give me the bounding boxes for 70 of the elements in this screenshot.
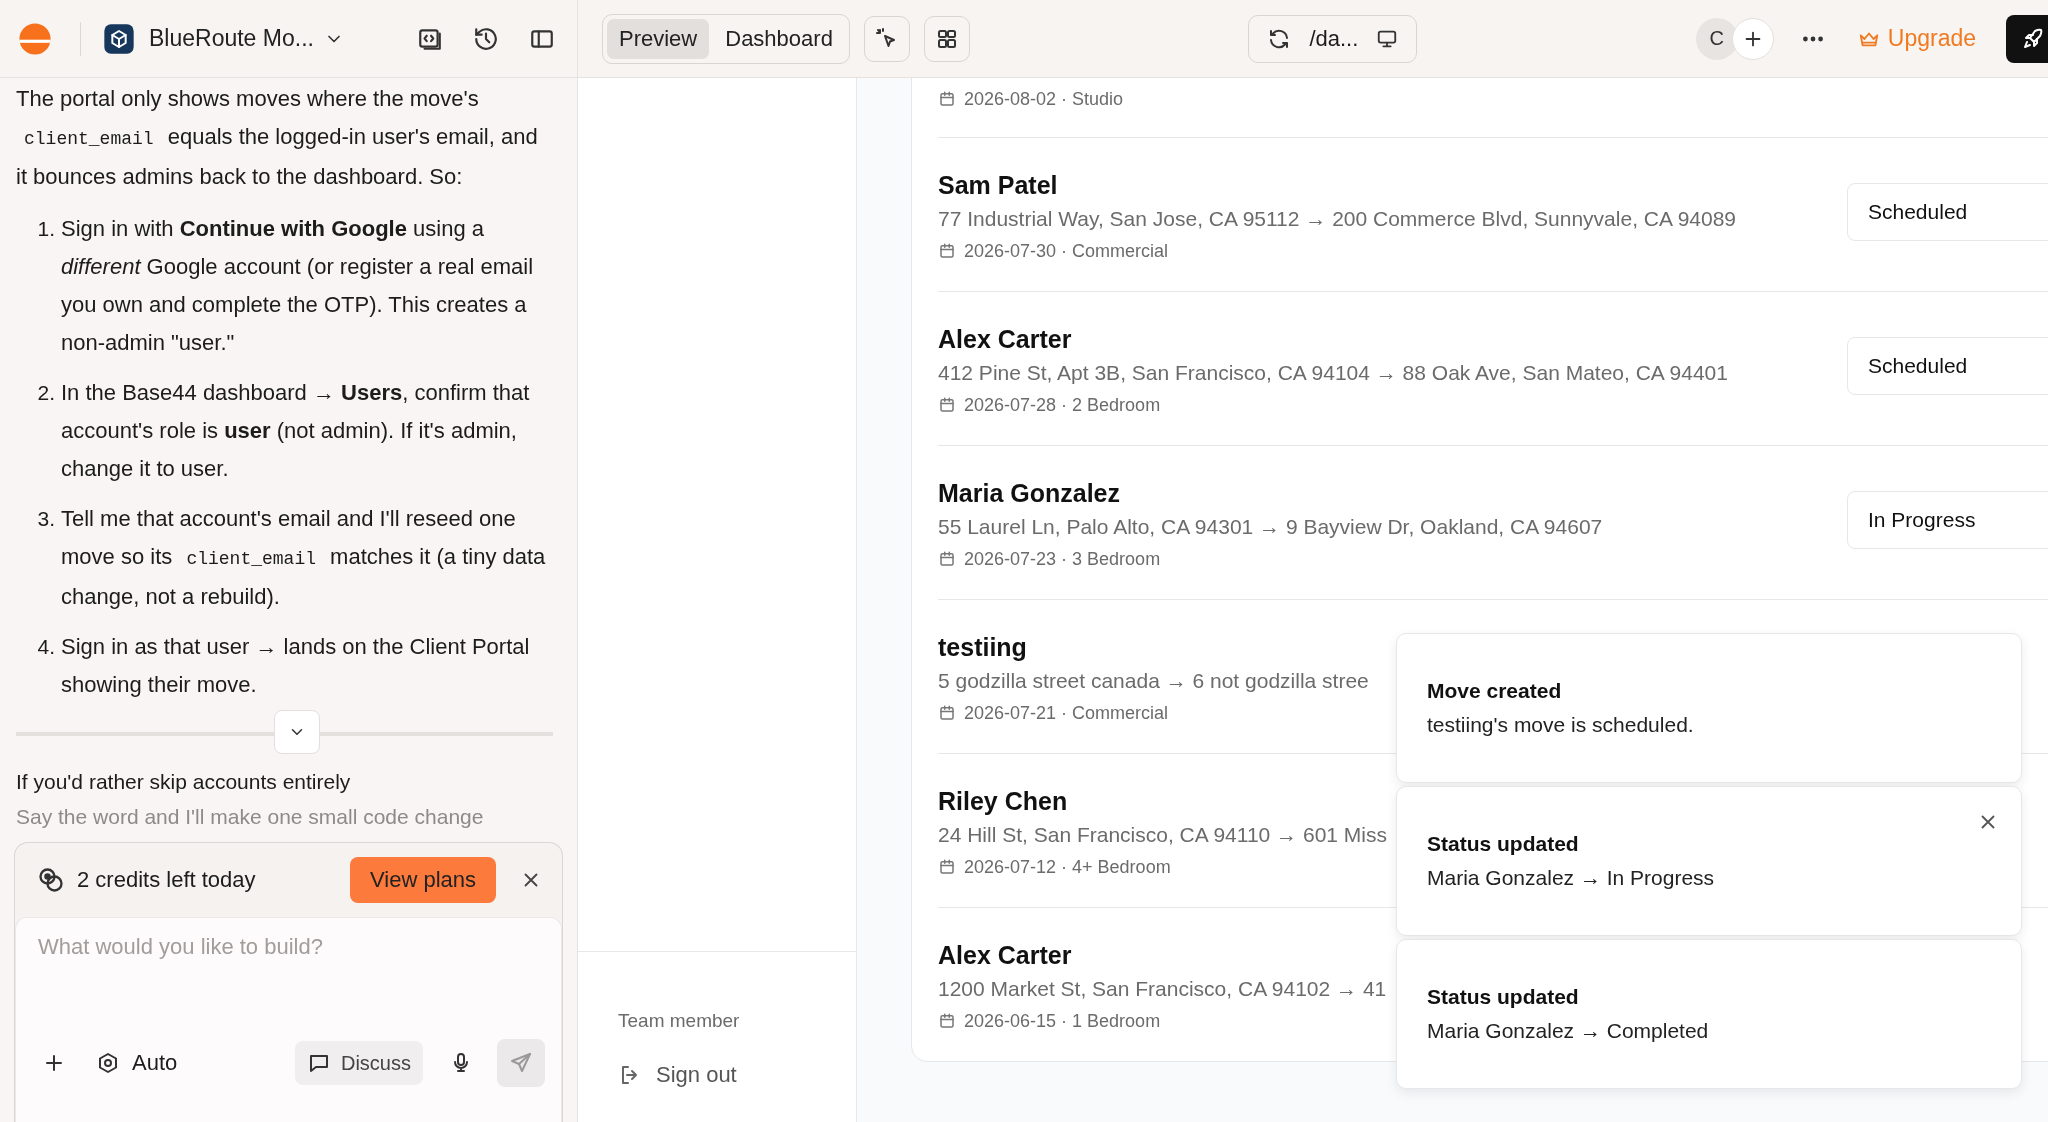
status-dropdown[interactable]: Scheduled: [1847, 337, 2048, 395]
publish-button[interactable]: [2006, 14, 2048, 63]
list-item-text: Sign in with Continue with Google using a different Google account (or register a real email you own and complete the OTP). This creates a non-admin "user.": [61, 215, 535, 357]
project-name[interactable]: BlueRoute Mo...: [149, 25, 314, 52]
status-dropdown[interactable]: Scheduled: [1847, 183, 2048, 241]
message-text: If you'd rather skip accounts entirely: [16, 769, 352, 795]
calendar-icon: [938, 90, 956, 108]
move-details: 2026-08-02 · Studio: [964, 88, 1124, 110]
move-details: 2026-07-12 · 4+ Bedroom: [964, 856, 1171, 878]
move-route: 77 Industrial Way, San Jose, CA 95112 → 200 Commerce Blvd, Sunnyvale, CA 94089: [938, 206, 1737, 232]
client-name: Riley Chen: [938, 786, 1069, 817]
calendar-icon: [938, 550, 956, 568]
move-details: 2026-07-28 · 2 Bedroom: [964, 394, 1161, 416]
rocket-icon: [2021, 26, 2045, 51]
calendar-icon: [938, 1012, 956, 1030]
toast-title: Status updated: [1427, 832, 1580, 856]
toast-message: Maria Gonzalez → Completed: [1427, 1019, 1710, 1043]
list-number: 4.: [36, 634, 56, 660]
toast-title: Move created: [1427, 679, 1563, 703]
layout-button[interactable]: [923, 15, 970, 62]
client-name: Alex Carter: [938, 324, 1073, 355]
history-icon[interactable]: [473, 25, 499, 52]
calendar-icon: [938, 858, 956, 876]
calendar-icon: [938, 396, 956, 414]
client-name: Maria Gonzalez: [938, 478, 1121, 509]
move-details: 2026-07-23 · 3 Bedroom: [964, 548, 1161, 570]
move-route: 5 godzilla street canada → 6 not godzilla stree: [938, 668, 1369, 694]
send-icon: [509, 1051, 533, 1075]
move-route: 412 Pine St, Apt 3B, San Francisco, CA 94104 → 88 Oak Ave, San Mateo, CA 94401: [938, 360, 1728, 386]
hexagon-icon: [96, 1051, 120, 1075]
move-route: 1200 Market St, San Francisco, CA 94102 → 41: [938, 976, 1387, 1002]
mode-selector[interactable]: Auto: [96, 1050, 178, 1076]
list-number: 1.: [36, 216, 56, 242]
message-text: Say the word and I'll make one small code change: [16, 804, 485, 830]
calendar-icon: [938, 704, 956, 722]
project-icon: [103, 22, 135, 55]
view-plans-button[interactable]: View plans: [350, 857, 496, 903]
list-number: 2.: [36, 380, 56, 406]
url-text: /da...: [1309, 25, 1359, 52]
view-tab[interactable]: Dashboard: [713, 18, 845, 59]
logo-icon[interactable]: [18, 21, 52, 56]
message-paragraph: The portal only shows moves where the move's client_email equals the logged-in user's email, and it bounces admins back to the dashboard. So:: [16, 85, 539, 191]
list-number: 3.: [36, 506, 56, 532]
coins-icon: [37, 866, 65, 894]
credits-text: 2 credits left today: [77, 867, 256, 893]
status-dropdown[interactable]: In Progress: [1847, 491, 2048, 549]
move-details: 2026-07-30 · Commercial: [964, 240, 1169, 262]
select-element-button[interactable]: [863, 15, 910, 62]
discuss-button[interactable]: Discuss: [295, 1041, 423, 1085]
role-label: Team member: [618, 1010, 741, 1032]
list-item-text: Tell me that account's email and I'll reseed one move so its client_email matches it (a tiny data change, not a rebuild).: [61, 505, 547, 611]
list-item-text: In the Base44 dashboard → Users, confirm that account's role is user (not admin). If it's admin, change it to user.: [61, 379, 531, 483]
move-details: 2026-07-21 · Commercial: [964, 702, 1169, 724]
client-name: Alex Carter: [938, 940, 1073, 971]
view-tab[interactable]: Preview: [607, 18, 710, 59]
toast-message: testiing's move is scheduled.: [1427, 713, 1695, 737]
client-name: testiing: [938, 632, 1028, 663]
sign-out-button[interactable]: Sign out: [618, 1062, 737, 1088]
list-item-text: Sign in as that user → lands on the Client Portal showing their move.: [61, 633, 531, 699]
toast-title: Status updated: [1427, 985, 1580, 1009]
move-details: 2026-06-15 · 1 Bedroom: [964, 1010, 1161, 1032]
send-button[interactable]: [497, 1039, 545, 1087]
invite-button[interactable]: [1731, 17, 1774, 60]
client-name: Sam Patel: [938, 170, 1059, 201]
calendar-icon: [938, 242, 956, 260]
url-field[interactable]: /da...: [1248, 14, 1418, 63]
move-route: 55 Laurel Ln, Palo Alto, CA 94301 → 9 Bayview Dr, Oakland, CA 94607: [938, 514, 1603, 540]
move-route: 24 Hill St, San Francisco, CA 94110 → 601 Miss: [938, 822, 1387, 848]
prompt-field[interactable]: What would you like to build?: [15, 917, 562, 1024]
toast-message: Maria Gonzalez → In Progress: [1427, 866, 1716, 890]
